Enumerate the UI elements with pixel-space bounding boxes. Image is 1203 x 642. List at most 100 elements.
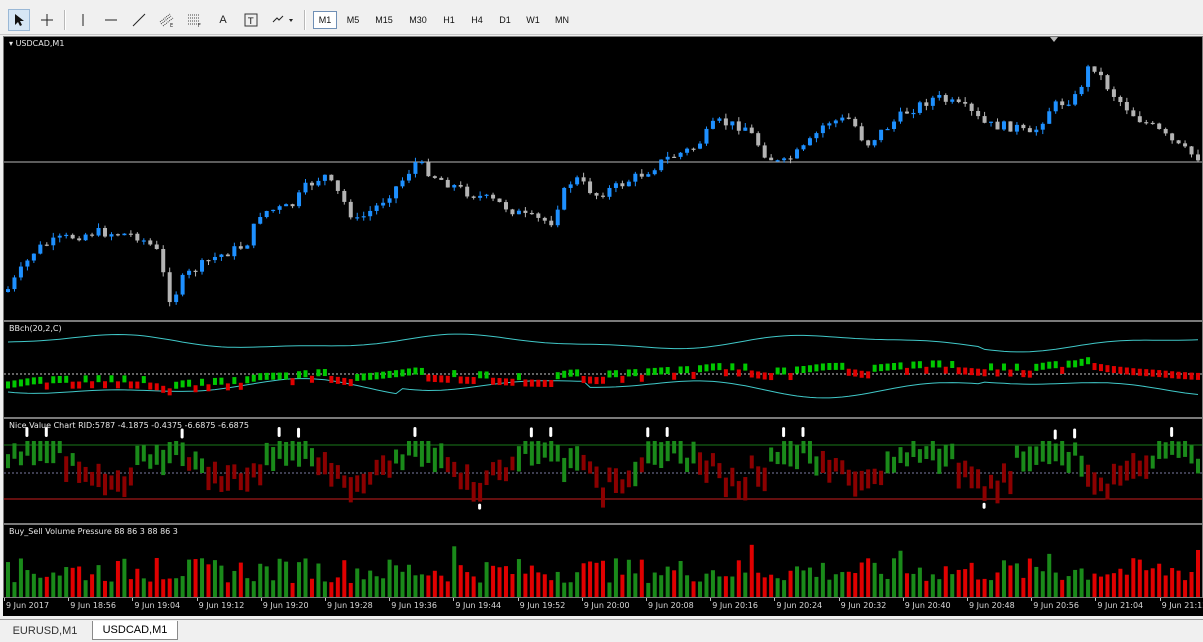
candlestick-chart[interactable] — [4, 37, 1203, 321]
candle-body — [148, 240, 153, 245]
bbch-bar — [633, 369, 638, 377]
candle-body — [200, 260, 205, 272]
bbch-bar — [478, 371, 483, 379]
volume-bar — [665, 566, 670, 597]
volume-pressure-chart[interactable] — [4, 525, 1203, 598]
timeframe-button-m30[interactable]: M30 — [403, 11, 433, 29]
nvc-bar — [70, 453, 75, 466]
bbch-bar — [1027, 370, 1032, 378]
volume-bar — [141, 578, 146, 597]
bbch-bar — [484, 371, 489, 379]
bbch-bar — [723, 369, 728, 377]
timeframe-button-mn[interactable]: MN — [549, 11, 575, 29]
volume-bar — [807, 567, 812, 597]
svg-text:F: F — [198, 23, 201, 28]
candle-body — [698, 143, 703, 149]
candle-body — [258, 217, 263, 224]
vertical-line-button[interactable] — [72, 9, 94, 31]
volume-bar — [827, 579, 832, 597]
volume-bar — [1150, 568, 1155, 597]
candle-body — [452, 185, 457, 188]
candle-body — [439, 177, 444, 180]
bbch-indicator-chart[interactable] — [4, 322, 1203, 418]
candle-body — [316, 180, 321, 186]
candle-body — [723, 118, 728, 126]
time-axis-tick — [967, 598, 968, 601]
candle-body — [1001, 121, 1006, 130]
arrows-dropdown-button[interactable] — [268, 9, 298, 31]
bbch-bar — [626, 369, 631, 377]
volume-bar — [730, 576, 735, 597]
crosshair-icon — [41, 14, 53, 26]
text-label-button[interactable]: T — [240, 9, 262, 31]
nvc-bar — [555, 444, 560, 462]
bbch-bar — [963, 367, 968, 375]
nvc-bar — [529, 441, 534, 466]
bbch-bar — [109, 375, 114, 383]
nvc-bar — [840, 460, 845, 475]
bbch-bar — [180, 380, 185, 388]
nvc-pane[interactable]: Nice Value Chart RID:5787 -4.1875 -0.437… — [3, 418, 1203, 524]
volume-bar — [271, 580, 276, 597]
candle-body — [381, 202, 386, 206]
chart-tab[interactable]: USDCAD,M1 — [92, 621, 178, 640]
nvc-bar — [413, 441, 418, 457]
candle-body — [90, 234, 95, 236]
timeframe-button-m1[interactable]: M1 — [313, 11, 337, 29]
volume-bar — [950, 574, 955, 597]
bbch-bar — [1150, 369, 1155, 377]
crosshair-tool-button[interactable] — [36, 9, 58, 31]
nvc-bar — [678, 441, 683, 464]
volume-bar — [154, 557, 159, 597]
bbch-bar — [1131, 368, 1136, 376]
candle-body — [25, 260, 30, 267]
nvc-bar — [419, 441, 424, 467]
candle-body — [930, 97, 935, 106]
candle-body — [775, 160, 780, 162]
nvc-bar — [406, 441, 411, 456]
volume-pane[interactable]: Buy_Sell Volume Pressure 88 86 3 88 86 3 — [3, 524, 1203, 598]
fibonacci-button[interactable]: F — [184, 9, 206, 31]
candle-body — [523, 210, 528, 213]
text-tool-button[interactable]: A — [212, 9, 234, 31]
timeframe-button-m5[interactable]: M5 — [341, 11, 365, 29]
cursor-tool-button[interactable] — [8, 9, 30, 31]
nvc-bar — [995, 480, 1000, 504]
candle-body — [620, 183, 625, 187]
bbch-bar — [995, 369, 1000, 377]
nvc-extreme-marker — [478, 503, 482, 510]
timeframe-button-h1[interactable]: H1 — [437, 11, 461, 29]
nvc-bar — [206, 466, 211, 491]
nvc-bar — [568, 448, 573, 469]
bbch-pane[interactable]: BBch(20,2,C) — [3, 321, 1203, 418]
candle-body — [685, 148, 690, 153]
trendline-button[interactable] — [128, 9, 150, 31]
bbch-bar — [659, 367, 664, 375]
nvc-bar — [879, 470, 884, 486]
timeframe-button-h4[interactable]: H4 — [465, 11, 489, 29]
price-pane[interactable]: ▾ USDCAD,M1 — [3, 36, 1203, 321]
bbch-bar — [904, 367, 909, 375]
time-axis-label: 9 Jun 20:48 — [969, 601, 1015, 610]
volume-bar — [419, 574, 424, 597]
volume-bar — [678, 560, 683, 597]
chart-tab[interactable]: EURUSD,M1 — [0, 621, 90, 640]
nvc-bar — [361, 473, 366, 494]
nvc-bar — [1047, 441, 1052, 465]
timeframe-button-d1[interactable]: D1 — [493, 11, 517, 29]
volume-bar — [77, 566, 82, 597]
channel-button[interactable]: E — [156, 9, 178, 31]
horizontal-line-button[interactable] — [100, 9, 122, 31]
nvc-bar — [44, 441, 49, 464]
chart-window[interactable]: ▾ USDCAD,M1 BBch(20,2,C) Nice Value Char… — [3, 36, 1203, 616]
nvc-bar — [1040, 441, 1045, 462]
text-label-icon: T — [244, 13, 258, 27]
bbch-bar — [1066, 360, 1071, 368]
nvc-bar — [277, 441, 282, 459]
timeframe-button-m15[interactable]: M15 — [369, 11, 399, 29]
nvc-bar — [342, 475, 347, 488]
nice-value-chart[interactable] — [4, 419, 1203, 524]
timeframe-button-w1[interactable]: W1 — [521, 11, 545, 29]
candle-body — [394, 186, 399, 199]
nvc-bar — [245, 467, 250, 492]
